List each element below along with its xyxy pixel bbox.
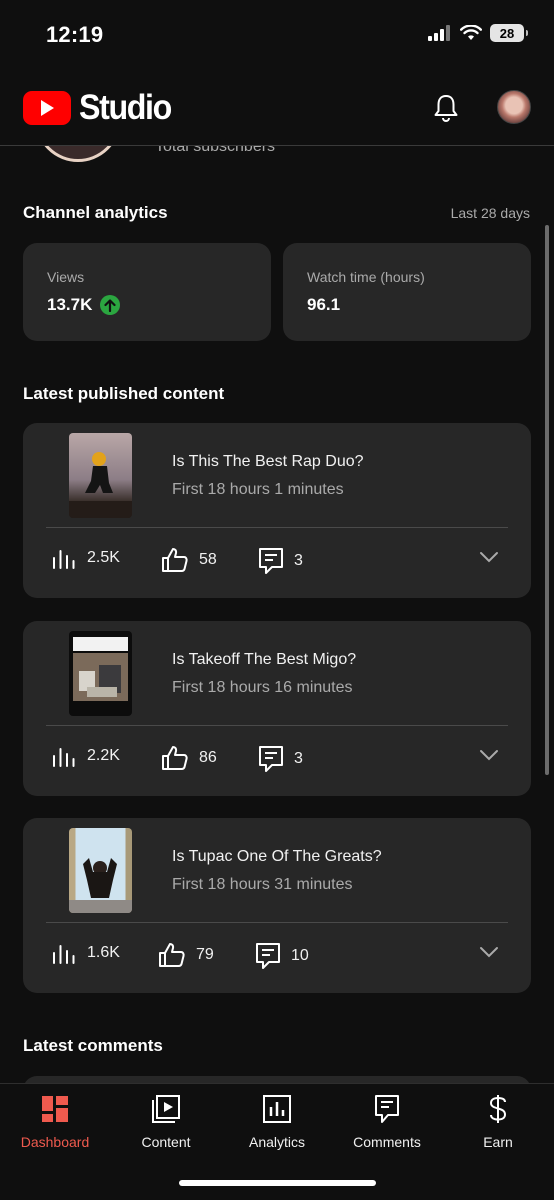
channel-avatar	[35, 146, 121, 162]
app-header: Studio	[0, 70, 554, 146]
video-card[interactable]: Is Takeoff The Best Migo? First 18 hours…	[23, 621, 531, 796]
comments-count: 3	[294, 552, 303, 569]
nav-earn[interactable]: Earn	[443, 1094, 553, 1150]
likes-count: 86	[199, 749, 217, 766]
thumbs-up-icon	[159, 943, 185, 967]
analytics-icon	[263, 1095, 291, 1123]
status-bar: 12:19 28	[0, 0, 554, 70]
video-subtitle: First 18 hours 1 minutes	[172, 481, 344, 498]
video-card[interactable]: Is Tupac One Of The Greats? First 18 hou…	[23, 818, 531, 993]
trend-up-icon	[100, 295, 121, 315]
content-icon	[152, 1095, 180, 1123]
channel-summary-remnant: Total subscribers	[0, 146, 554, 166]
nav-label: Earn	[483, 1134, 513, 1150]
comments-count: 10	[291, 947, 309, 964]
nav-content[interactable]: Content	[111, 1094, 221, 1150]
comment-icon	[259, 548, 283, 574]
video-stats: 2.5K 58 3	[51, 547, 503, 575]
chevron-down-icon[interactable]	[479, 551, 499, 563]
chevron-down-icon[interactable]	[479, 946, 499, 958]
watch-time-card[interactable]: Watch time (hours) 96.1	[283, 243, 531, 341]
views-stat: 1.6K	[51, 942, 120, 964]
nav-label: Dashboard	[20, 1134, 90, 1150]
nav-dashboard[interactable]: Dashboard	[0, 1094, 110, 1150]
video-subtitle: First 18 hours 31 minutes	[172, 876, 353, 893]
divider	[46, 527, 508, 528]
likes-count: 79	[196, 946, 214, 963]
comments-stat: 10	[255, 942, 309, 970]
notifications-bell-icon[interactable]	[430, 92, 462, 124]
video-title: Is Tupac One Of The Greats?	[172, 848, 382, 865]
likes-stat: 79	[158, 942, 214, 968]
views-count: 2.5K	[87, 549, 120, 566]
views-stat: 2.2K	[51, 745, 120, 767]
latest-comments-title: Latest comments	[23, 1036, 163, 1055]
cellular-signal-icon	[428, 25, 450, 41]
video-thumbnail[interactable]	[69, 433, 132, 518]
views-count: 1.6K	[87, 944, 120, 961]
comments-stat: 3	[258, 745, 303, 773]
views-stat: 2.5K	[51, 547, 120, 569]
comments-count: 3	[294, 750, 303, 767]
views-bar-icon	[53, 748, 75, 767]
comment-icon	[259, 746, 283, 772]
comments-icon	[375, 1095, 399, 1123]
home-indicator	[179, 1180, 376, 1186]
subscribers-label: Total subscribers	[155, 146, 276, 155]
likes-stat: 86	[161, 745, 217, 771]
nav-label: Content	[141, 1134, 191, 1150]
views-bar-icon	[53, 550, 75, 569]
nav-label: Comments	[353, 1134, 421, 1150]
dollar-icon	[489, 1095, 507, 1123]
views-label: Views	[47, 269, 85, 285]
watch-time-value: 96.1	[307, 295, 341, 314]
video-title: Is This The Best Rap Duo?	[172, 453, 364, 470]
scrollbar[interactable]	[545, 225, 549, 775]
comment-icon	[256, 943, 280, 969]
brand-name: Studio	[79, 88, 172, 127]
latest-content-title: Latest published content	[23, 384, 225, 403]
battery-indicator: 28	[490, 24, 528, 42]
channel-analytics-title: Channel analytics	[23, 203, 168, 222]
video-thumbnail[interactable]	[69, 828, 132, 913]
wifi-icon	[460, 25, 482, 40]
views-bar-icon	[53, 945, 75, 964]
divider	[46, 725, 508, 726]
status-time: 12:19	[46, 22, 104, 47]
chevron-down-icon[interactable]	[479, 749, 499, 761]
likes-count: 58	[199, 551, 217, 568]
video-thumbnail[interactable]	[69, 631, 132, 716]
views-value-row: 13.7K	[47, 295, 121, 315]
thumbs-up-icon	[162, 548, 188, 572]
nav-comments[interactable]: Comments	[332, 1094, 442, 1150]
analytics-period: Last 28 days	[450, 205, 530, 221]
video-title: Is Takeoff The Best Migo?	[172, 651, 357, 668]
youtube-studio-logo[interactable]: Studio	[23, 88, 179, 128]
comments-stat: 3	[258, 547, 303, 575]
likes-stat: 58	[161, 547, 217, 573]
video-card[interactable]: Is This The Best Rap Duo? First 18 hours…	[23, 423, 531, 598]
views-count: 2.2K	[87, 747, 120, 764]
nav-analytics[interactable]: Analytics	[222, 1094, 332, 1150]
thumbs-up-icon	[162, 746, 188, 770]
video-stats: 1.6K 79 10	[51, 942, 503, 970]
video-subtitle: First 18 hours 16 minutes	[172, 679, 353, 696]
youtube-play-icon	[23, 91, 71, 125]
views-value: 13.7K	[47, 295, 93, 314]
status-icons: 28	[428, 24, 528, 42]
watch-time-label: Watch time (hours)	[307, 269, 425, 285]
nav-label: Analytics	[248, 1134, 306, 1150]
account-avatar[interactable]	[497, 90, 531, 124]
video-stats: 2.2K 86 3	[51, 745, 503, 773]
dashboard-icon	[42, 1096, 68, 1122]
views-card[interactable]: Views 13.7K	[23, 243, 271, 341]
divider	[46, 922, 508, 923]
